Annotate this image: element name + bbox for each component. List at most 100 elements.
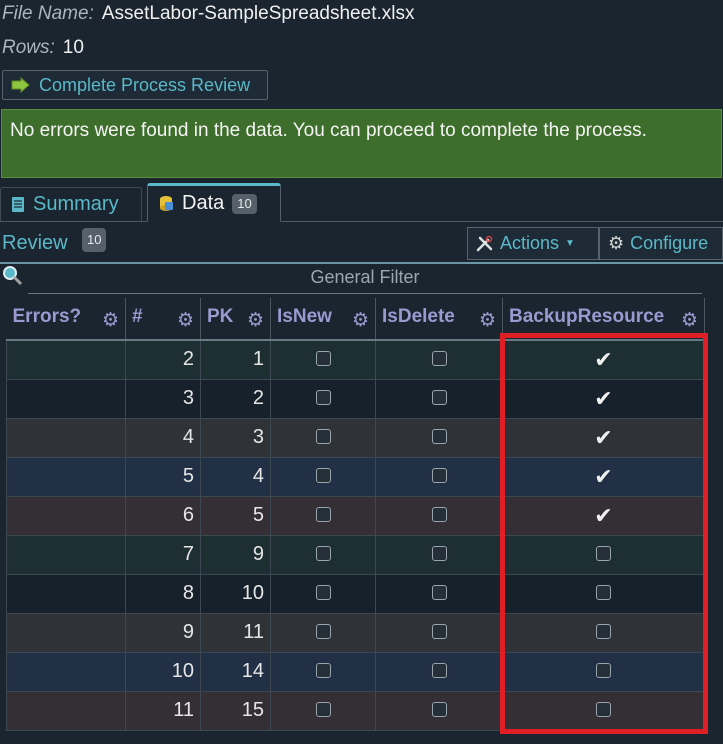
table-row[interactable]: 79 [6, 534, 705, 575]
pk-cell: 15 [200, 690, 271, 731]
tab-summary-label: Summary [33, 193, 119, 215]
isdelete-checkbox-cell [375, 573, 503, 614]
checkmark-icon[interactable]: ✔ [594, 425, 612, 450]
checkbox-icon[interactable] [315, 663, 331, 678]
checkbox-icon[interactable] [315, 702, 331, 717]
checkbox-icon[interactable] [315, 585, 331, 600]
checkbox-icon[interactable] [431, 546, 447, 561]
errors-cell [6, 456, 126, 497]
table-row[interactable]: 9 11 [6, 612, 705, 653]
column-header-isnew[interactable]: IsNew ⚙ [270, 298, 376, 341]
gear-icon[interactable]: ⚙ [352, 309, 369, 332]
column-header-num-label: # [132, 305, 143, 327]
checkbox-icon[interactable] [315, 390, 331, 405]
checkbox-icon[interactable] [431, 507, 447, 522]
checkbox-icon[interactable] [596, 624, 611, 639]
gear-icon[interactable]: ⚙ [102, 309, 119, 332]
checkbox-icon[interactable] [431, 468, 447, 483]
tab-data[interactable]: Data 10 [147, 183, 281, 222]
checkbox-icon[interactable] [431, 663, 447, 678]
column-header-isnew-label: IsNew [277, 305, 332, 327]
checkmark-icon[interactable]: ✔ [594, 464, 612, 489]
pk-cell: 9 [200, 534, 271, 575]
tab-summary[interactable]: Summary [0, 187, 142, 221]
checkbox-icon[interactable] [315, 351, 331, 367]
search-icon[interactable] [1, 264, 23, 286]
column-header-pk[interactable]: PK ⚙ [200, 298, 271, 341]
pk-cell: 11 [200, 612, 271, 653]
isdelete-checkbox-cell [375, 534, 503, 575]
table-row[interactable]: 8 10 [6, 573, 705, 614]
errors-cell [6, 339, 126, 380]
checkbox-icon[interactable] [315, 624, 331, 639]
gear-icon[interactable]: ⚙ [177, 309, 194, 332]
column-header-isdelete-label: IsDelete [382, 305, 455, 327]
table-row[interactable]: 2 1 ✔ [6, 339, 705, 380]
row-number-cell: 9 [125, 612, 201, 653]
rows-label: Rows: [2, 37, 55, 58]
pk-cell: 14 [200, 651, 271, 692]
checkmark-icon[interactable]: ✔ [594, 503, 612, 528]
isnew-checkbox-cell [270, 456, 376, 497]
checkbox-icon[interactable] [431, 702, 447, 717]
errors-cell [6, 690, 126, 731]
checkbox-icon[interactable] [431, 351, 447, 367]
column-header-isdelete[interactable]: IsDelete ⚙ [375, 298, 503, 341]
gear-icon[interactable]: ⚙ [479, 309, 496, 332]
checkbox-icon[interactable] [431, 585, 447, 600]
database-icon [160, 195, 173, 211]
table-row[interactable]: 4 3 ✔ [6, 417, 705, 458]
row-number-cell: 8 [125, 573, 201, 614]
data-grid: Errors? ⚙ # ⚙ PK ⚙ IsNew ⚙ IsDelete ⚙ BackupR… [6, 298, 705, 731]
checkbox-icon[interactable] [596, 702, 611, 717]
table-row[interactable]: 5 4 ✔ [6, 456, 705, 497]
checkbox-icon[interactable] [596, 546, 611, 561]
rows-count-row: Rows: 10 [2, 37, 84, 59]
column-header-backupresource[interactable]: BackupResource ⚙ [502, 298, 705, 341]
checkbox-icon[interactable] [315, 429, 331, 444]
row-number-cell: 5 [125, 456, 201, 497]
column-header-num[interactable]: # ⚙ [125, 298, 201, 341]
backupresource-cell-cell [502, 534, 705, 575]
review-label: Review [2, 232, 68, 254]
checkbox-icon[interactable] [431, 624, 447, 639]
checkbox-icon[interactable] [315, 468, 331, 483]
errors-cell [6, 495, 126, 536]
isdelete-checkbox-cell [375, 417, 503, 458]
pk-cell: 5 [200, 495, 271, 536]
tab-data-badge: 10 [232, 193, 257, 214]
configure-button[interactable]: ⚙ Configure [599, 227, 723, 260]
isdelete-checkbox-cell [375, 612, 503, 653]
gear-icon[interactable]: ⚙ [681, 309, 698, 332]
backupresource-cell-cell: ✔ [502, 417, 705, 458]
document-icon [12, 197, 24, 212]
file-name-label: File Name: [2, 3, 94, 24]
isnew-checkbox-cell [270, 651, 376, 692]
checkbox-icon[interactable] [596, 663, 611, 678]
pk-cell: 3 [200, 417, 271, 458]
row-number-cell: 3 [125, 378, 201, 419]
column-header-errors[interactable]: Errors? ⚙ [6, 298, 126, 341]
table-row[interactable]: 10 14 [6, 651, 705, 692]
isdelete-checkbox-cell [375, 456, 503, 497]
complete-process-review-button[interactable]: Complete Process Review [2, 70, 268, 100]
pk-cell: 1 [200, 339, 271, 380]
actions-label: Actions [500, 233, 560, 253]
actions-button[interactable]: Actions ▼ [467, 227, 599, 260]
checkbox-icon[interactable] [431, 429, 447, 444]
checkbox-icon[interactable] [315, 546, 331, 561]
checkbox-icon[interactable] [431, 390, 447, 405]
checkmark-icon[interactable]: ✔ [594, 386, 612, 411]
checkbox-icon[interactable] [315, 507, 331, 522]
checkbox-icon[interactable] [596, 585, 611, 600]
gear-icon[interactable]: ⚙ [247, 309, 264, 332]
table-row[interactable]: 11 15 [6, 690, 705, 731]
table-row[interactable]: 3 2 ✔ [6, 378, 705, 419]
row-number-cell: 11 [125, 690, 201, 731]
isnew-checkbox-cell [270, 612, 376, 653]
general-filter-row: General Filter [0, 264, 723, 294]
checkmark-icon[interactable]: ✔ [594, 347, 612, 372]
table-row[interactable]: 6 5 ✔ [6, 495, 705, 536]
row-number-cell: 4 [125, 417, 201, 458]
general-filter-input[interactable]: General Filter [28, 267, 702, 294]
